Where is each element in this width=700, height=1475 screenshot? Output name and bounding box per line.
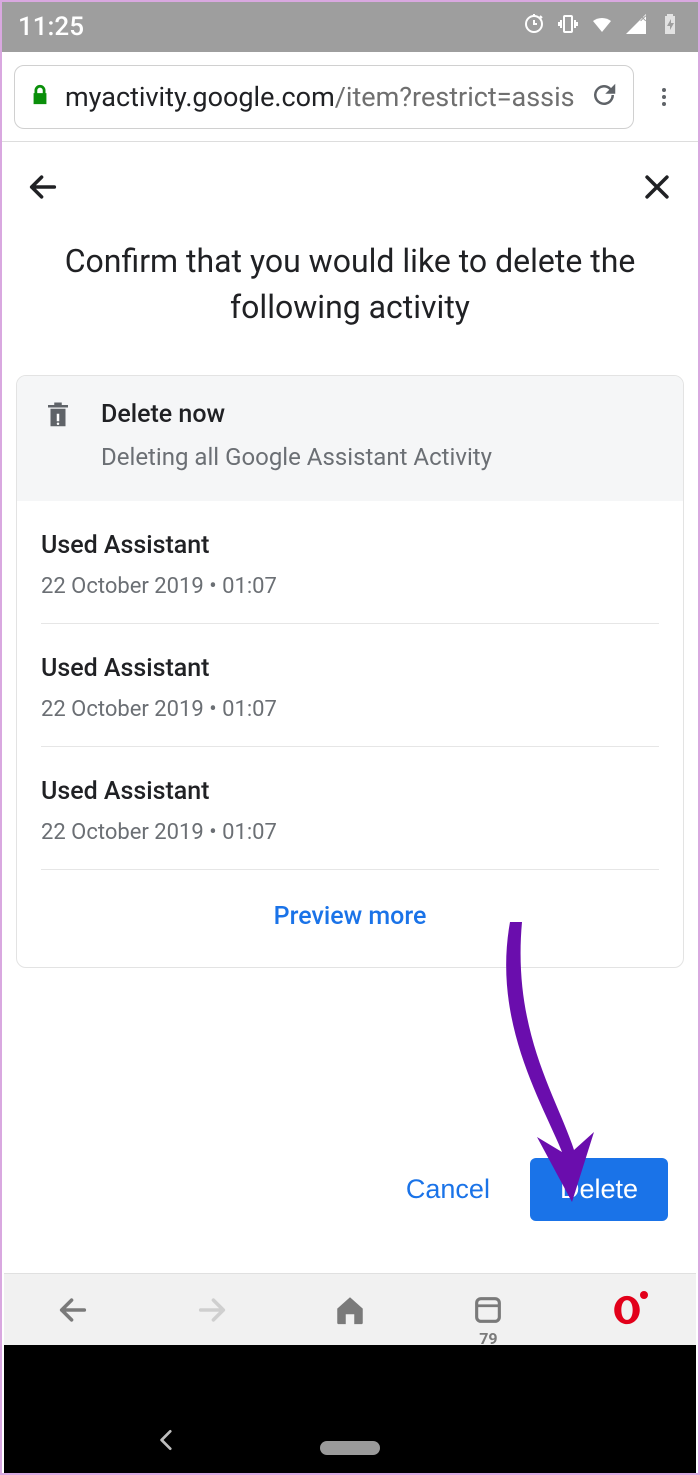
refresh-icon[interactable] bbox=[589, 80, 619, 114]
lock-icon bbox=[29, 84, 51, 110]
delete-card: Delete now Deleting all Google Assistant… bbox=[16, 375, 684, 968]
activity-title: Used Assistant bbox=[41, 777, 659, 806]
wifi-icon bbox=[590, 12, 614, 43]
opera-icon bbox=[610, 1293, 644, 1327]
status-icons: ✕ bbox=[522, 12, 682, 43]
address-bar[interactable]: myactivity.google.com/item?restrict=assi… bbox=[14, 65, 634, 129]
nav-opera-button[interactable] bbox=[558, 1293, 696, 1327]
status-time: 11:25 bbox=[18, 12, 84, 42]
browser-bottom-nav: 79 bbox=[4, 1273, 696, 1345]
browser-menu-button[interactable] bbox=[642, 85, 686, 109]
battery-icon bbox=[658, 12, 682, 43]
dialog-actions: Cancel Delete bbox=[2, 1158, 698, 1221]
back-arrow-icon[interactable] bbox=[26, 170, 60, 208]
android-status-bar: 11:25 ✕ bbox=[2, 2, 698, 52]
vibrate-icon bbox=[556, 12, 580, 43]
activity-timestamp: 22 October 2019 • 01:07 bbox=[41, 820, 659, 845]
system-home-pill[interactable] bbox=[320, 1441, 380, 1455]
preview-more-link[interactable]: Preview more bbox=[41, 870, 659, 967]
cancel-button[interactable]: Cancel bbox=[396, 1160, 500, 1219]
activity-list: Used Assistant 22 October 2019 • 01:07 U… bbox=[17, 501, 683, 967]
trash-icon bbox=[43, 400, 73, 434]
nav-forward-button[interactable] bbox=[142, 1293, 280, 1327]
system-back-icon[interactable] bbox=[154, 1427, 180, 1457]
browser-toolbar: myactivity.google.com/item?restrict=assi… bbox=[2, 52, 698, 142]
nav-tabs-button[interactable]: 79 bbox=[419, 1293, 557, 1327]
activity-item: Used Assistant 22 October 2019 • 01:07 bbox=[41, 501, 659, 624]
activity-title: Used Assistant bbox=[41, 654, 659, 683]
delete-subtext: Deleting all Google Assistant Activity bbox=[101, 443, 492, 471]
page-title: Confirm that you would like to delete th… bbox=[2, 220, 698, 375]
activity-item: Used Assistant 22 October 2019 • 01:07 bbox=[41, 624, 659, 747]
delete-button[interactable]: Delete bbox=[530, 1158, 668, 1221]
signal-icon: ✕ bbox=[624, 12, 648, 43]
nav-back-button[interactable] bbox=[4, 1293, 142, 1327]
activity-title: Used Assistant bbox=[41, 531, 659, 560]
activity-item: Used Assistant 22 October 2019 • 01:07 bbox=[41, 747, 659, 870]
android-nav-bar bbox=[4, 1345, 696, 1473]
close-icon[interactable] bbox=[640, 170, 674, 208]
nav-home-button[interactable] bbox=[281, 1293, 419, 1327]
svg-text:✕: ✕ bbox=[639, 14, 647, 25]
activity-timestamp: 22 October 2019 • 01:07 bbox=[41, 574, 659, 599]
page-content: Confirm that you would like to delete th… bbox=[2, 142, 698, 1221]
delete-now-heading: Delete now bbox=[101, 400, 492, 429]
alarm-icon bbox=[522, 12, 546, 43]
card-header: Delete now Deleting all Google Assistant… bbox=[17, 376, 683, 501]
url-text: myactivity.google.com/item?restrict=assi… bbox=[65, 81, 575, 113]
activity-timestamp: 22 October 2019 • 01:07 bbox=[41, 697, 659, 722]
